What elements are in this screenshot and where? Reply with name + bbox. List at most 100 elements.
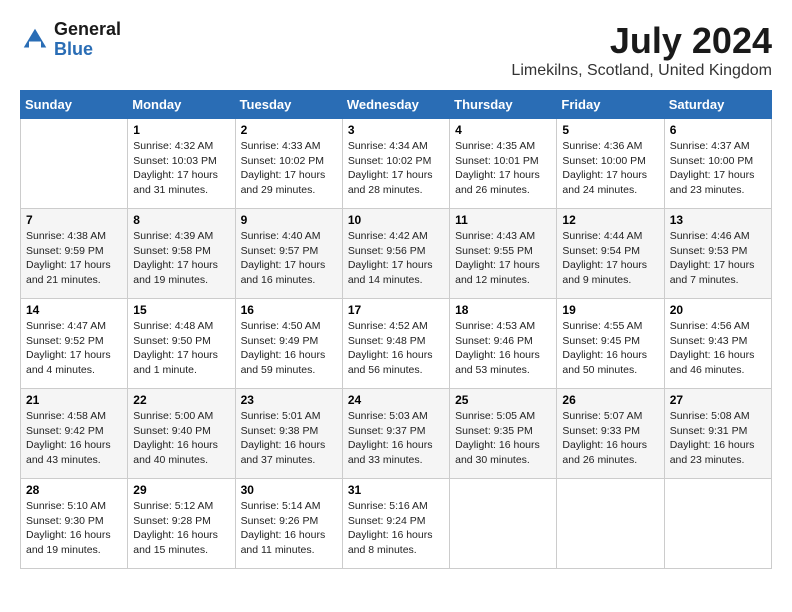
page-header: General Blue July 2024 Limekilns, Scotla… bbox=[20, 20, 772, 80]
calendar-cell: 19 Sunrise: 4:55 AM Sunset: 9:45 PM Dayli… bbox=[557, 299, 664, 389]
calendar-cell: 17 Sunrise: 4:52 AM Sunset: 9:48 PM Dayli… bbox=[342, 299, 449, 389]
day-number: 9 bbox=[241, 213, 337, 227]
calendar-cell bbox=[664, 479, 771, 569]
calendar-cell: 23Sunrise: 5:01 AM Sunset: 9:38 PM Dayli… bbox=[235, 389, 342, 479]
calendar-cell: 12 Sunrise: 4:44 AM Sunset: 9:54 PM Dayli… bbox=[557, 209, 664, 299]
day-number: 14 bbox=[26, 303, 122, 317]
day-info: Sunrise: 4:43 AM Sunset: 9:55 PM Dayligh… bbox=[455, 229, 551, 288]
day-number: 3 bbox=[348, 123, 444, 137]
day-info: Sunrise: 5:16 AM Sunset: 9:24 PM Dayligh… bbox=[348, 499, 444, 558]
calendar-week-4: 21 Sunrise: 4:58 AM Sunset: 9:42 PM Dayli… bbox=[21, 389, 772, 479]
day-info: Sunrise: 4:52 AM Sunset: 9:48 PM Dayligh… bbox=[348, 319, 444, 378]
calendar-cell: 27Sunrise: 5:08 AM Sunset: 9:31 PM Dayli… bbox=[664, 389, 771, 479]
location-title: Limekilns, Scotland, United Kingdom bbox=[511, 62, 772, 80]
calendar-cell: 28 Sunrise: 5:10 AM Sunset: 9:30 PM Dayli… bbox=[21, 479, 128, 569]
calendar-cell: 18 Sunrise: 4:53 AM Sunset: 9:46 PM Dayli… bbox=[450, 299, 557, 389]
calendar-cell: 3 Sunrise: 4:34 AM Sunset: 10:02 PM Dayli… bbox=[342, 119, 449, 209]
day-number: 17 bbox=[348, 303, 444, 317]
day-number: 24 bbox=[348, 393, 444, 407]
logo-general: General bbox=[54, 20, 121, 40]
day-info: Sunrise: 4:38 AM Sunset: 9:59 PM Dayligh… bbox=[26, 229, 122, 288]
day-info: Sunrise: 5:10 AM Sunset: 9:30 PM Dayligh… bbox=[26, 499, 122, 558]
calendar-cell: 15 Sunrise: 4:48 AM Sunset: 9:50 PM Dayli… bbox=[128, 299, 235, 389]
calendar-cell: 9 Sunrise: 4:40 AM Sunset: 9:57 PM Daylig… bbox=[235, 209, 342, 299]
day-info: Sunrise: 4:37 AM Sunset: 10:00 PM Daylig… bbox=[670, 139, 766, 198]
logo-icon bbox=[20, 25, 50, 55]
calendar-table: SundayMondayTuesdayWednesdayThursdayFrid… bbox=[20, 90, 772, 569]
day-number: 20 bbox=[670, 303, 766, 317]
logo-blue: Blue bbox=[54, 40, 121, 60]
day-info: Sunrise: 4:39 AM Sunset: 9:58 PM Dayligh… bbox=[133, 229, 229, 288]
month-title: July 2024 bbox=[511, 20, 772, 62]
day-info: Sunrise: 4:55 AM Sunset: 9:45 PM Dayligh… bbox=[562, 319, 658, 378]
header-day-friday: Friday bbox=[557, 91, 664, 119]
calendar-cell: 7 Sunrise: 4:38 AM Sunset: 9:59 PM Daylig… bbox=[21, 209, 128, 299]
calendar-week-5: 28 Sunrise: 5:10 AM Sunset: 9:30 PM Dayli… bbox=[21, 479, 772, 569]
day-number: 19 bbox=[562, 303, 658, 317]
day-info: Sunrise: 4:44 AM Sunset: 9:54 PM Dayligh… bbox=[562, 229, 658, 288]
calendar-week-3: 14 Sunrise: 4:47 AM Sunset: 9:52 PM Dayli… bbox=[21, 299, 772, 389]
calendar-header: SundayMondayTuesdayWednesdayThursdayFrid… bbox=[21, 91, 772, 119]
day-info: Sunrise: 5:00 AM Sunset: 9:40 PM Dayligh… bbox=[133, 409, 229, 468]
header-day-wednesday: Wednesday bbox=[342, 91, 449, 119]
day-number: 30 bbox=[241, 483, 337, 497]
header-day-tuesday: Tuesday bbox=[235, 91, 342, 119]
title-section: July 2024 Limekilns, Scotland, United Ki… bbox=[511, 20, 772, 80]
day-number: 22 bbox=[133, 393, 229, 407]
calendar-cell: 2 Sunrise: 4:33 AM Sunset: 10:02 PM Dayli… bbox=[235, 119, 342, 209]
day-number: 7 bbox=[26, 213, 122, 227]
day-number: 15 bbox=[133, 303, 229, 317]
day-number: 8 bbox=[133, 213, 229, 227]
calendar-cell: 6 Sunrise: 4:37 AM Sunset: 10:00 PM Dayli… bbox=[664, 119, 771, 209]
day-info: Sunrise: 4:35 AM Sunset: 10:01 PM Daylig… bbox=[455, 139, 551, 198]
day-number: 13 bbox=[670, 213, 766, 227]
day-number: 1 bbox=[133, 123, 229, 137]
calendar-cell: 20 Sunrise: 4:56 AM Sunset: 9:43 PM Dayli… bbox=[664, 299, 771, 389]
day-info: Sunrise: 4:36 AM Sunset: 10:00 PM Daylig… bbox=[562, 139, 658, 198]
calendar-cell: 1 Sunrise: 4:32 AM Sunset: 10:03 PM Dayli… bbox=[128, 119, 235, 209]
calendar-cell: 21 Sunrise: 4:58 AM Sunset: 9:42 PM Dayli… bbox=[21, 389, 128, 479]
calendar-cell: 29Sunrise: 5:12 AM Sunset: 9:28 PM Dayli… bbox=[128, 479, 235, 569]
day-number: 6 bbox=[670, 123, 766, 137]
day-info: Sunrise: 5:07 AM Sunset: 9:33 PM Dayligh… bbox=[562, 409, 658, 468]
logo: General Blue bbox=[20, 20, 121, 60]
day-info: Sunrise: 5:08 AM Sunset: 9:31 PM Dayligh… bbox=[670, 409, 766, 468]
calendar-week-1: 1 Sunrise: 4:32 AM Sunset: 10:03 PM Dayli… bbox=[21, 119, 772, 209]
day-number: 10 bbox=[348, 213, 444, 227]
day-info: Sunrise: 4:48 AM Sunset: 9:50 PM Dayligh… bbox=[133, 319, 229, 378]
day-number: 18 bbox=[455, 303, 551, 317]
calendar-cell: 24Sunrise: 5:03 AM Sunset: 9:37 PM Dayli… bbox=[342, 389, 449, 479]
day-info: Sunrise: 4:34 AM Sunset: 10:02 PM Daylig… bbox=[348, 139, 444, 198]
day-info: Sunrise: 4:32 AM Sunset: 10:03 PM Daylig… bbox=[133, 139, 229, 198]
logo-text: General Blue bbox=[54, 20, 121, 60]
day-number: 28 bbox=[26, 483, 122, 497]
day-info: Sunrise: 4:40 AM Sunset: 9:57 PM Dayligh… bbox=[241, 229, 337, 288]
day-info: Sunrise: 4:47 AM Sunset: 9:52 PM Dayligh… bbox=[26, 319, 122, 378]
day-info: Sunrise: 4:33 AM Sunset: 10:02 PM Daylig… bbox=[241, 139, 337, 198]
day-number: 2 bbox=[241, 123, 337, 137]
day-info: Sunrise: 4:42 AM Sunset: 9:56 PM Dayligh… bbox=[348, 229, 444, 288]
calendar-cell: 25Sunrise: 5:05 AM Sunset: 9:35 PM Dayli… bbox=[450, 389, 557, 479]
day-number: 29 bbox=[133, 483, 229, 497]
day-info: Sunrise: 5:14 AM Sunset: 9:26 PM Dayligh… bbox=[241, 499, 337, 558]
day-info: Sunrise: 4:58 AM Sunset: 9:42 PM Dayligh… bbox=[26, 409, 122, 468]
day-number: 21 bbox=[26, 393, 122, 407]
header-day-saturday: Saturday bbox=[664, 91, 771, 119]
day-number: 25 bbox=[455, 393, 551, 407]
calendar-cell: 30 Sunrise: 5:14 AM Sunset: 9:26 PM Dayli… bbox=[235, 479, 342, 569]
day-number: 5 bbox=[562, 123, 658, 137]
calendar-cell: 4Sunrise: 4:35 AM Sunset: 10:01 PM Dayli… bbox=[450, 119, 557, 209]
header-row: SundayMondayTuesdayWednesdayThursdayFrid… bbox=[21, 91, 772, 119]
calendar-body: 1 Sunrise: 4:32 AM Sunset: 10:03 PM Dayli… bbox=[21, 119, 772, 569]
day-info: Sunrise: 4:53 AM Sunset: 9:46 PM Dayligh… bbox=[455, 319, 551, 378]
day-info: Sunrise: 4:46 AM Sunset: 9:53 PM Dayligh… bbox=[670, 229, 766, 288]
calendar-cell: 22 Sunrise: 5:00 AM Sunset: 9:40 PM Dayli… bbox=[128, 389, 235, 479]
day-number: 12 bbox=[562, 213, 658, 227]
calendar-week-2: 7 Sunrise: 4:38 AM Sunset: 9:59 PM Daylig… bbox=[21, 209, 772, 299]
day-number: 23 bbox=[241, 393, 337, 407]
day-info: Sunrise: 4:56 AM Sunset: 9:43 PM Dayligh… bbox=[670, 319, 766, 378]
day-number: 26 bbox=[562, 393, 658, 407]
calendar-cell: 16Sunrise: 4:50 AM Sunset: 9:49 PM Dayli… bbox=[235, 299, 342, 389]
calendar-cell: 11Sunrise: 4:43 AM Sunset: 9:55 PM Dayli… bbox=[450, 209, 557, 299]
calendar-cell: 8 Sunrise: 4:39 AM Sunset: 9:58 PM Daylig… bbox=[128, 209, 235, 299]
